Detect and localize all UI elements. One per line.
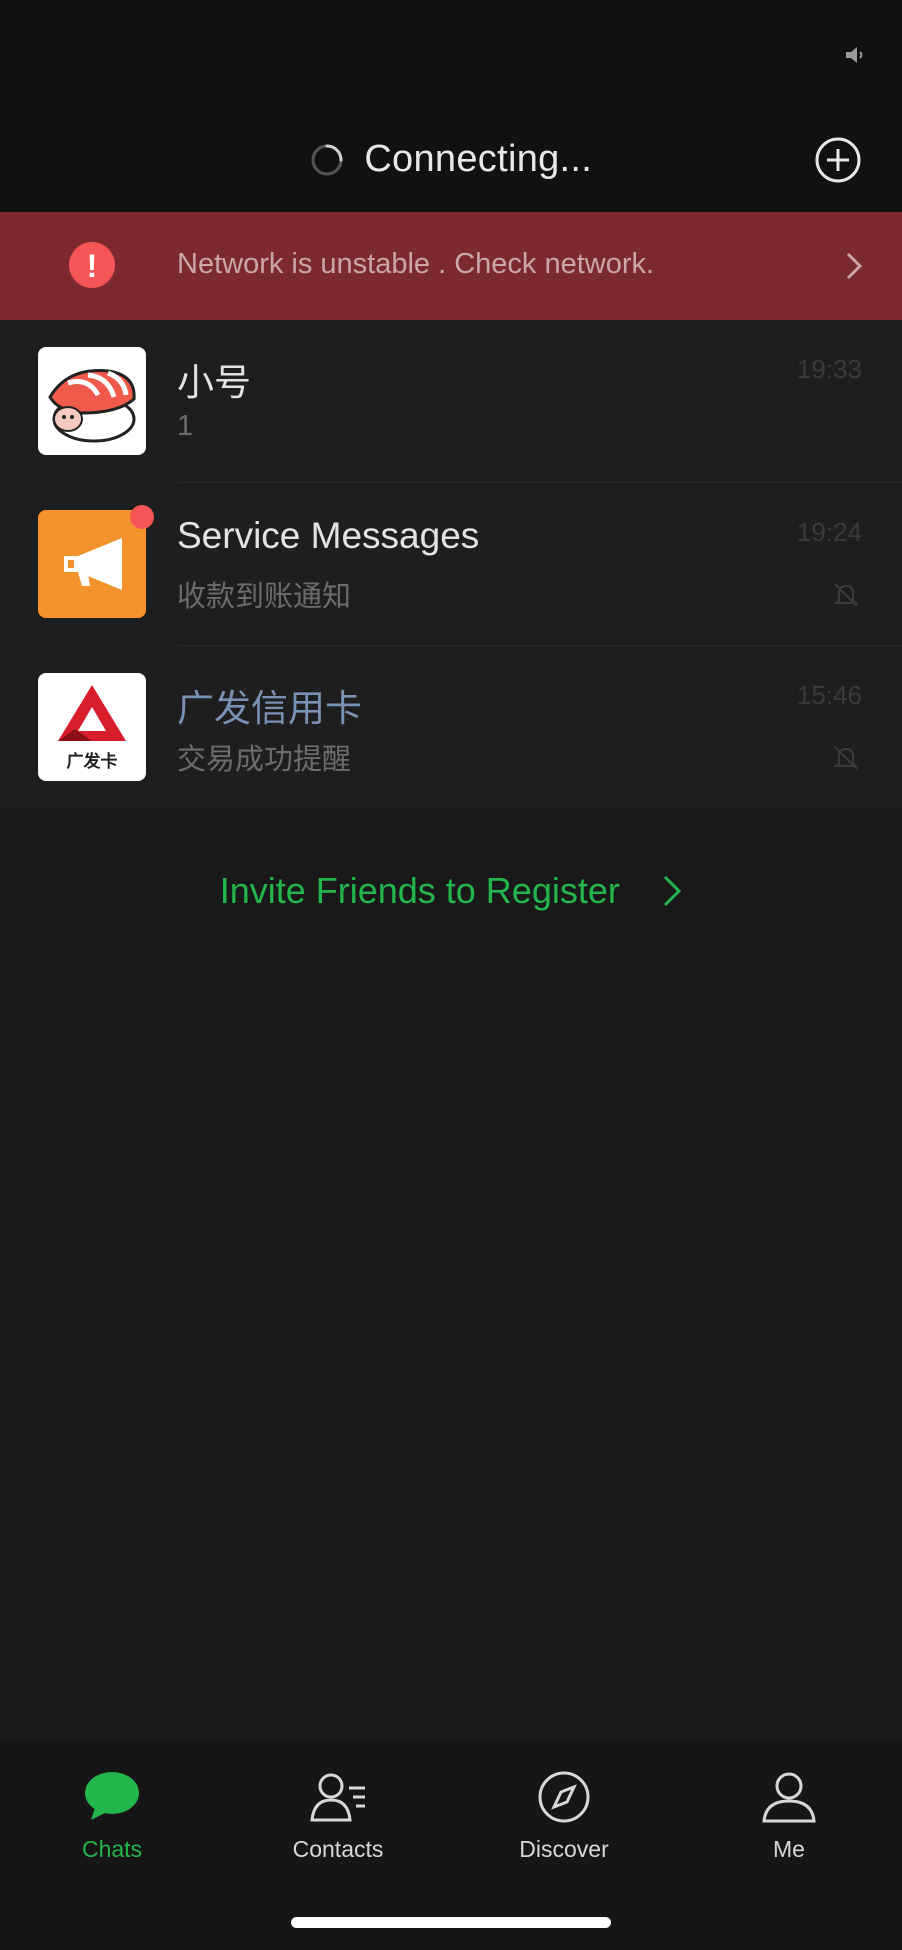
avatar-text: 广发卡 bbox=[67, 751, 118, 772]
tab-chats[interactable]: Chats bbox=[37, 1770, 187, 1863]
chat-last-message: 收款到账通知 bbox=[177, 581, 352, 613]
speaker-icon bbox=[846, 47, 863, 63]
chevron-right-icon bbox=[664, 875, 682, 907]
alert-icon: ! bbox=[69, 242, 115, 288]
chat-time: 19:33 bbox=[796, 354, 862, 384]
chat-last-message: 1 bbox=[177, 410, 194, 442]
nav-bar: Connecting... bbox=[0, 110, 902, 212]
megaphone-icon bbox=[64, 538, 122, 590]
contacts-icon bbox=[310, 1773, 365, 1822]
tab-label: Chats bbox=[81, 1836, 143, 1862]
tab-discover[interactable]: Discover bbox=[489, 1770, 639, 1863]
add-button[interactable] bbox=[814, 136, 862, 184]
chat-time: 19:24 bbox=[796, 517, 862, 547]
tab-label: Discover bbox=[519, 1836, 609, 1862]
chat-bubble-icon bbox=[85, 1772, 139, 1820]
chat-name: Service Messages bbox=[177, 515, 480, 556]
avatar-gf-card: 广发卡 bbox=[38, 673, 146, 781]
loading-spinner-icon bbox=[311, 144, 343, 175]
mute-bell-icon bbox=[832, 583, 860, 607]
chat-time: 15:46 bbox=[796, 680, 862, 710]
banner-text: Network is unstable . Check network. bbox=[177, 248, 655, 280]
chat-row[interactable]: Service Messages 收款到账通知 19:24 bbox=[0, 483, 902, 646]
sushi-icon bbox=[48, 369, 136, 443]
avatar-service-messages bbox=[38, 510, 146, 618]
chat-row[interactable]: 小号 1 19:33 bbox=[0, 320, 902, 483]
chat-row[interactable]: 广发卡 广发信用卡 交易成功提醒 15:46 bbox=[0, 646, 902, 809]
tab-label: Me bbox=[773, 1836, 805, 1862]
status-bar bbox=[0, 0, 902, 110]
page-title: Connecting... bbox=[364, 138, 593, 180]
person-icon bbox=[762, 1772, 816, 1823]
invite-friends-link[interactable]: Invite Friends to Register bbox=[0, 870, 902, 918]
avatar-sushi bbox=[38, 347, 146, 455]
chevron-right-icon bbox=[846, 252, 862, 280]
gf-bank-logo-icon: 广发卡 bbox=[58, 685, 126, 772]
unread-dot bbox=[130, 505, 154, 529]
home-indicator[interactable] bbox=[291, 1917, 611, 1928]
chat-last-message: 交易成功提醒 bbox=[177, 744, 352, 776]
chat-list: 小号 1 19:33 Service Messages 收款到账通知 19:24 bbox=[0, 320, 902, 809]
network-warning-banner[interactable]: ! Network is unstable . Check network. bbox=[0, 212, 902, 320]
nav-title-group: Connecting... bbox=[0, 138, 902, 184]
chat-name: 广发信用卡 bbox=[177, 688, 362, 729]
tab-me[interactable]: Me bbox=[714, 1770, 864, 1863]
invite-label: Invite Friends to Register bbox=[219, 870, 620, 911]
compass-icon bbox=[538, 1771, 590, 1823]
tab-contacts[interactable]: Contacts bbox=[263, 1770, 413, 1863]
chat-name: 小号 bbox=[177, 362, 251, 403]
tab-label: Contacts bbox=[292, 1836, 384, 1862]
mute-bell-icon bbox=[832, 746, 860, 770]
